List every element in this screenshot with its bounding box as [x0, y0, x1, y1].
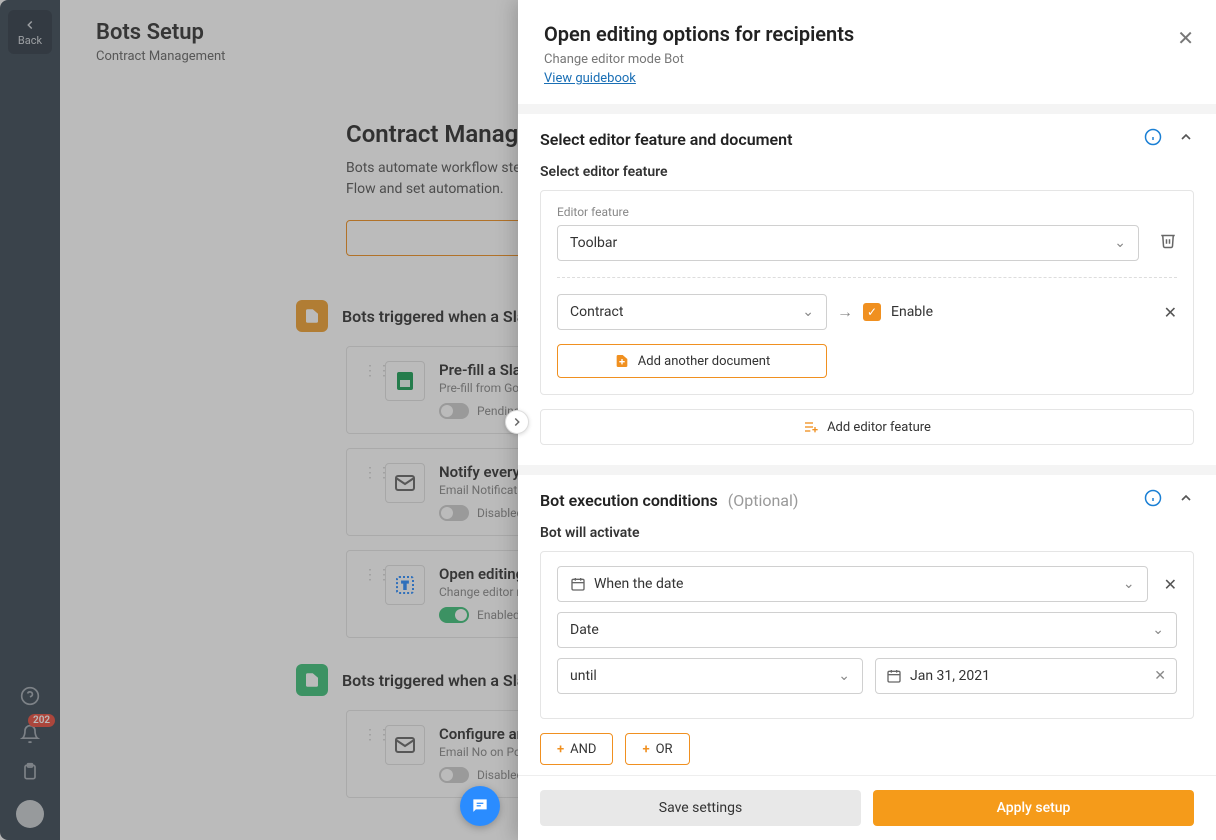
editor-feature-section: Select editor feature and document Selec…: [518, 114, 1216, 465]
feature-group: Editor feature Toolbar ⌄: [540, 190, 1194, 395]
calendar-icon: [570, 576, 586, 592]
select-value: Toolbar: [570, 235, 617, 251]
info-icon[interactable]: [1144, 128, 1162, 150]
plus-icon: +: [557, 742, 564, 757]
select-value: Date: [570, 622, 599, 638]
field-label: Editor feature: [557, 205, 1139, 219]
document-select[interactable]: Contract ⌄: [557, 294, 827, 330]
or-label: OR: [656, 742, 673, 757]
arrow-right-icon: →: [837, 302, 853, 322]
add-feature-button[interactable]: Add editor feature: [540, 409, 1194, 445]
and-label: AND: [570, 742, 596, 757]
add-feat-label: Add editor feature: [827, 420, 931, 435]
enable-checkbox[interactable]: ✓: [863, 303, 881, 321]
panel-collapse-handle[interactable]: [505, 410, 529, 434]
date-value: Jan 31, 2021: [910, 668, 990, 684]
chevron-down-icon: ⌄: [1114, 235, 1126, 251]
operator-select[interactable]: until ⌄: [557, 658, 863, 694]
chat-fab[interactable]: [460, 786, 500, 826]
panel-body: Select editor feature and document Selec…: [518, 104, 1216, 775]
delete-icon[interactable]: [1159, 231, 1177, 253]
enable-label: Enable: [891, 304, 933, 320]
add-feature-icon: [803, 419, 819, 435]
chevron-down-icon: ⌄: [1123, 576, 1135, 592]
date-input[interactable]: Jan 31, 2021 ✕: [875, 658, 1177, 694]
add-document-icon: [614, 353, 630, 369]
chevron-up-icon[interactable]: [1178, 490, 1194, 510]
add-doc-label: Add another document: [638, 354, 770, 369]
clear-icon[interactable]: ✕: [1154, 668, 1166, 684]
section-title: Bot execution conditions (Optional): [540, 491, 1144, 510]
subsection-label: Select editor feature: [540, 164, 1194, 180]
chat-icon: [470, 796, 490, 816]
condition-group: When the date ⌄ ✕ Date ⌄ until: [540, 551, 1194, 719]
and-button[interactable]: + AND: [540, 733, 613, 765]
document-row: Contract ⌄ → ✓ Enable ✕: [557, 294, 1177, 330]
chevron-right-icon: [510, 415, 524, 429]
guidebook-link[interactable]: View guidebook: [544, 71, 636, 86]
select-value: Contract: [570, 304, 623, 320]
close-icon[interactable]: ✕: [1177, 26, 1194, 50]
calendar-icon: [886, 668, 902, 684]
optional-label: (Optional): [728, 491, 799, 510]
select-value: until: [570, 668, 597, 684]
chevron-down-icon: ⌄: [802, 304, 814, 320]
cond-title-text: Bot execution conditions: [540, 491, 718, 510]
remove-icon[interactable]: ✕: [1164, 575, 1177, 594]
info-icon[interactable]: [1144, 489, 1162, 511]
select-value: When the date: [594, 576, 683, 592]
chevron-down-icon: ⌄: [838, 668, 850, 684]
conditions-section: Bot execution conditions (Optional) Bot …: [518, 475, 1216, 775]
section-title: Select editor feature and document: [540, 130, 1144, 149]
panel-header: Open editing options for recipients Chan…: [518, 0, 1216, 104]
remove-icon[interactable]: ✕: [1164, 303, 1177, 322]
add-document-button[interactable]: Add another document: [557, 344, 827, 378]
save-button[interactable]: Save settings: [540, 790, 861, 826]
or-button[interactable]: + OR: [625, 733, 689, 765]
plus-icon: +: [642, 742, 649, 757]
chevron-up-icon[interactable]: [1178, 129, 1194, 149]
editor-feature-select[interactable]: Toolbar ⌄: [557, 225, 1139, 261]
field-select[interactable]: Date ⌄: [557, 612, 1177, 648]
panel-title: Open editing options for recipients: [544, 22, 1190, 46]
side-panel: Open editing options for recipients Chan…: [518, 0, 1216, 840]
panel-subtitle: Change editor mode Bot: [544, 52, 1190, 67]
panel-footer: Save settings Apply setup: [518, 775, 1216, 840]
trigger-select[interactable]: When the date ⌄: [557, 566, 1148, 602]
subsection-label: Bot will activate: [540, 525, 1194, 541]
apply-button[interactable]: Apply setup: [873, 790, 1194, 826]
chevron-down-icon: ⌄: [1152, 622, 1164, 638]
